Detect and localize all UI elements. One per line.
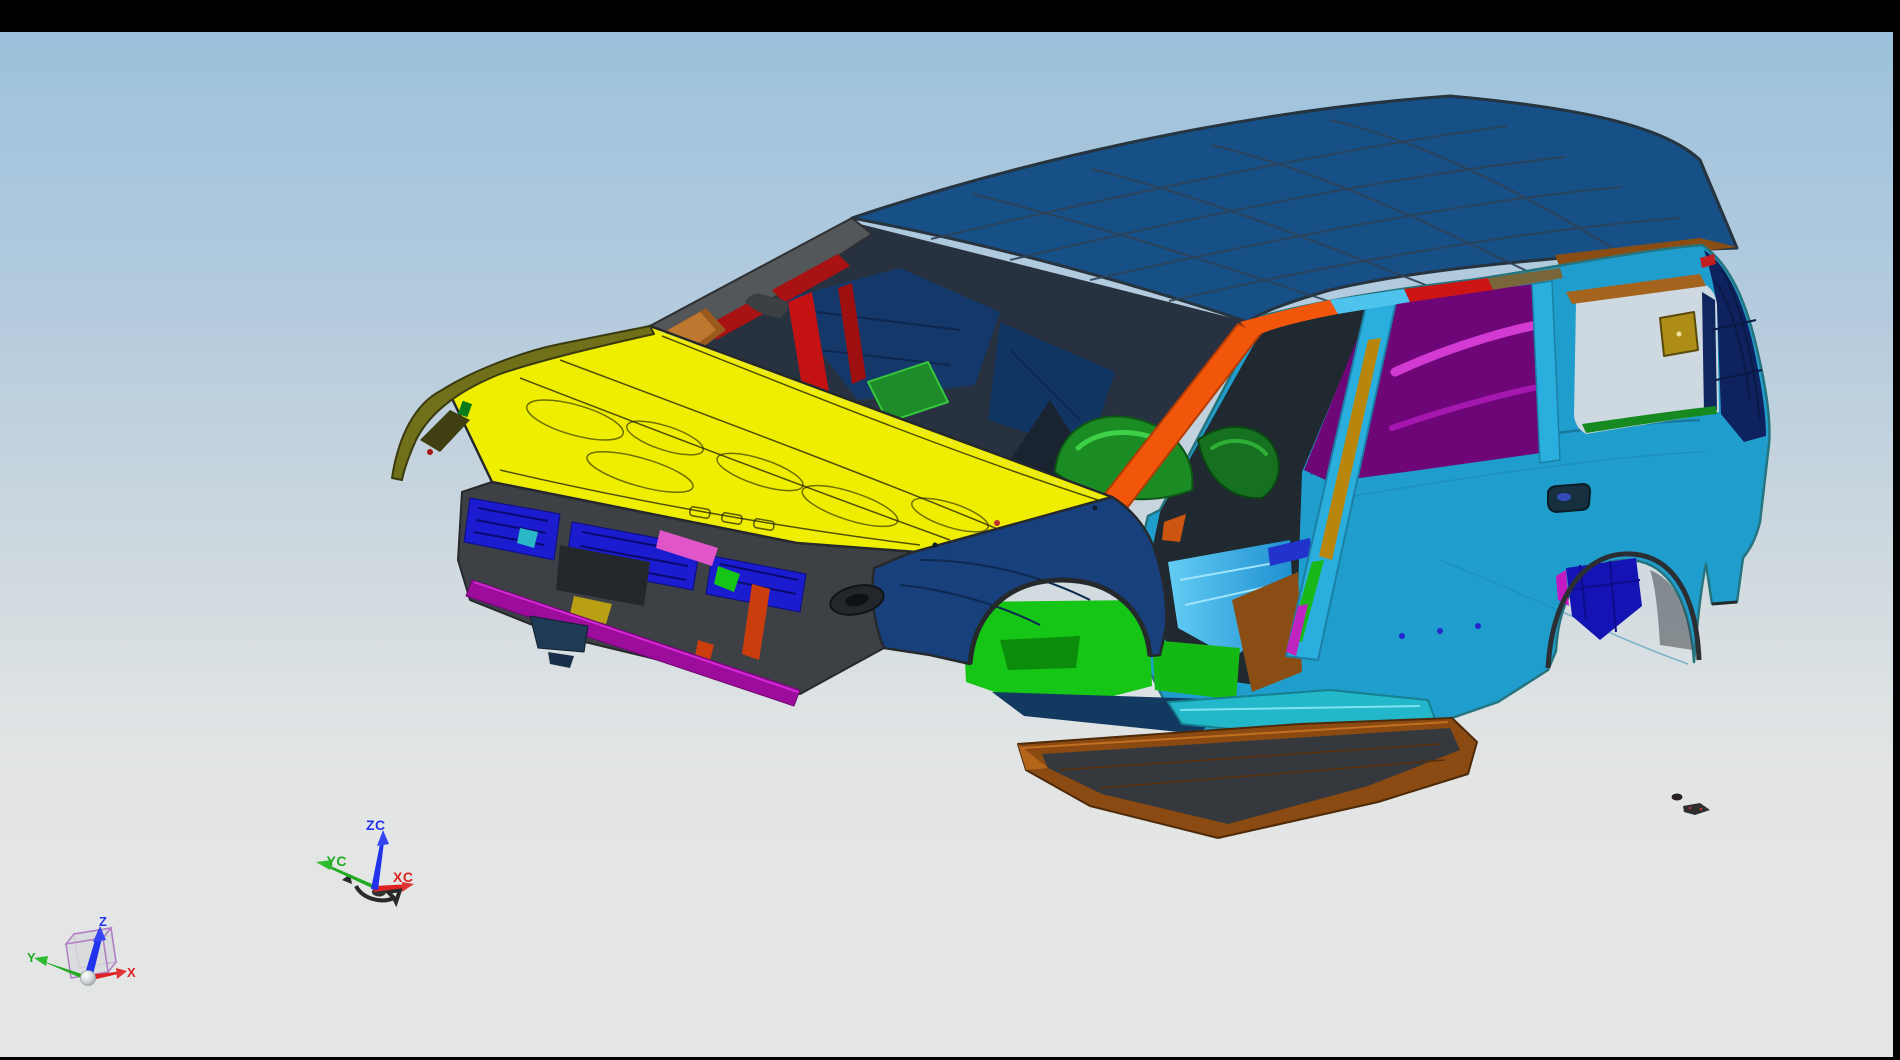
quarter-window-opening[interactable] (1566, 274, 1719, 434)
door-handle-recess[interactable] (1548, 484, 1590, 512)
abs-z-label: Z (99, 914, 107, 929)
fender-bolt (933, 543, 938, 548)
abs-y-label: Y (27, 950, 36, 965)
graphics-viewport[interactable]: ZC YC XC Z Y X (0, 0, 1900, 1060)
wcs-yc-label: YC (327, 853, 347, 869)
wcs-zc-label: ZC (366, 817, 386, 833)
fender-red-dot (427, 449, 433, 455)
tail-edge (1712, 602, 1737, 604)
cad-application-window: ZC YC XC Z Y X (0, 0, 1900, 1060)
fender-bolt2 (1093, 506, 1098, 511)
green-frame-detail (1000, 636, 1080, 670)
origin-sphere[interactable] (81, 971, 96, 986)
wcs-xc-label: XC (393, 869, 413, 885)
sail-panel-navy (1702, 292, 1717, 414)
sill-front-green (1152, 640, 1240, 700)
abs-x-label: X (127, 965, 136, 980)
hood-red-dot (994, 520, 1000, 526)
bracket-hole (1677, 332, 1682, 337)
handle-glint (1557, 493, 1571, 501)
